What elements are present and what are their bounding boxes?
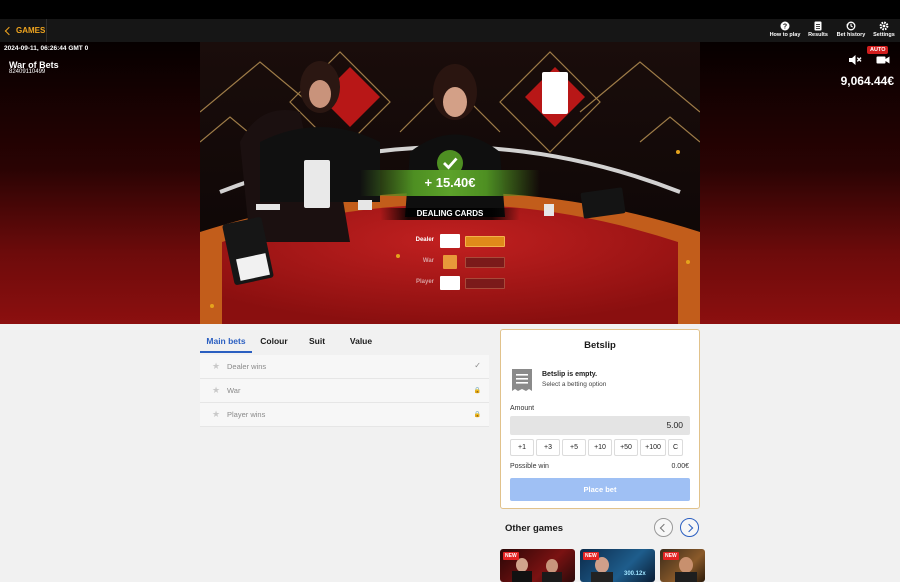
bet-option-name: Dealer wins	[227, 362, 267, 371]
stream-timestamp: 2024-09-11, 06:26:44 GMT 0	[4, 45, 89, 52]
other-games-prev-button[interactable]	[654, 518, 673, 537]
favorite-star-icon[interactable]: ★	[212, 361, 220, 372]
tab-colour[interactable]: Colour	[252, 330, 296, 353]
video-camera-icon	[876, 56, 890, 64]
betslip-empty-title: Betslip is empty.	[542, 371, 598, 378]
chip-plus-100[interactable]: +100	[640, 439, 666, 456]
thumbnail-multiplier: 300.12x	[624, 571, 646, 577]
settings-label: Settings	[873, 32, 895, 38]
bet-option-war[interactable]: ★ War 🔒	[200, 379, 489, 403]
betslip-title: Betslip	[584, 340, 616, 351]
top-black-bar	[0, 0, 900, 19]
possible-win-label: Possible win	[510, 463, 549, 470]
place-bet-button[interactable]: Place bet	[510, 478, 690, 501]
new-badge: NEW	[503, 552, 519, 560]
possible-win-value: 0.00€	[671, 463, 689, 470]
game-thumbnail[interactable]: NEW	[660, 549, 705, 582]
tab-main-bets[interactable]: Main bets	[200, 330, 252, 353]
tab-value[interactable]: Value	[338, 330, 384, 353]
how-to-play-label: How to play	[769, 32, 801, 38]
speaker-muted-icon	[849, 55, 862, 65]
betslip-panel: Betslip Betslip is empty. Select a betti…	[500, 329, 700, 509]
war-progress-bar	[465, 257, 505, 268]
game-thumbnail[interactable]: NEW	[500, 549, 575, 582]
game-thumbnail[interactable]: NEW 300.12x	[580, 549, 655, 582]
chip-plus-5[interactable]: +5	[562, 439, 586, 456]
video-row-player: Player	[400, 276, 505, 290]
lock-icon: 🔒	[473, 412, 481, 418]
video-row-war: War	[400, 255, 505, 269]
other-games-next-button[interactable]	[680, 518, 699, 537]
history-icon	[846, 21, 856, 31]
tab-suit[interactable]: Suit	[296, 330, 338, 353]
chip-plus-50[interactable]: +50	[614, 439, 638, 456]
bet-option-name: Player wins	[227, 410, 266, 419]
balance-display: 9,064.44€	[840, 74, 894, 88]
game-round-id: 82409110499	[9, 69, 46, 75]
bet-option-player-wins[interactable]: ★ Player wins 🔒	[200, 403, 489, 427]
bet-option-dealer-wins[interactable]: ★ Dealer wins ✓	[200, 355, 489, 379]
video-row-label: War	[422, 258, 434, 264]
war-cross-icon	[443, 255, 457, 269]
bet-history-label: Bet history	[836, 32, 866, 38]
bet-history-button[interactable]: Bet history	[834, 21, 868, 41]
chip-plus-10[interactable]: +10	[588, 439, 612, 456]
settings-button[interactable]: Settings	[867, 21, 900, 41]
new-badge: NEW	[583, 552, 599, 560]
svg-text:?: ?	[783, 24, 787, 31]
question-icon: ?	[780, 21, 790, 31]
chip-clear[interactable]: C	[668, 439, 683, 456]
video-row-dealer: Dealer	[400, 234, 505, 248]
mute-button[interactable]	[848, 53, 862, 65]
chevron-right-icon	[684, 523, 694, 533]
video-row-label: Dealer	[415, 237, 434, 243]
games-back-button[interactable]: GAMES	[0, 19, 47, 42]
new-badge: NEW	[663, 552, 679, 560]
video-row-label: Player	[415, 279, 434, 285]
dealer-progress-bar	[465, 236, 505, 247]
top-nav-bar: GAMES ? How to play Results Bet history …	[0, 19, 900, 42]
check-icon: ✓	[474, 361, 481, 370]
favorite-star-icon[interactable]: ★	[212, 385, 220, 396]
receipt-icon	[512, 369, 532, 391]
card-icon	[440, 234, 460, 248]
results-button[interactable]: Results	[801, 21, 835, 41]
chevron-left-icon	[4, 26, 14, 35]
other-games-title: Other games	[505, 523, 564, 534]
chip-plus-1[interactable]: +1	[510, 439, 534, 456]
results-label: Results	[808, 32, 828, 38]
video-quality-button[interactable]	[876, 53, 890, 65]
bet-tabs: Main bets Colour Suit Value	[200, 330, 489, 353]
favorite-star-icon[interactable]: ★	[212, 409, 220, 420]
amount-label: Amount	[510, 405, 535, 412]
games-label: GAMES	[16, 26, 46, 35]
bet-option-name: War	[227, 386, 241, 395]
bet-options-list: ★ Dealer wins ✓ ★ War 🔒 ★ Player wins 🔒	[200, 355, 489, 427]
stake-chips: +1 +3 +5 +10 +50 +100 C	[510, 439, 692, 456]
how-to-play-button[interactable]: ? How to play	[768, 21, 802, 41]
dealing-status: DEALING CARDS	[380, 208, 520, 220]
chip-plus-3[interactable]: +3	[536, 439, 560, 456]
card-icon	[440, 276, 460, 290]
amount-input[interactable]: 5.00	[510, 416, 690, 435]
betslip-empty-hint: Select a betting option	[542, 381, 607, 388]
player-progress-bar	[465, 278, 505, 289]
lock-icon: 🔒	[473, 388, 481, 394]
chevron-left-icon	[659, 523, 669, 533]
results-icon	[814, 21, 822, 31]
win-amount-banner: + 15.40€	[360, 170, 540, 196]
game-stage: 2024-09-11, 06:26:44 GMT 0 War of Bets 8…	[0, 42, 900, 324]
gear-icon	[879, 21, 889, 31]
